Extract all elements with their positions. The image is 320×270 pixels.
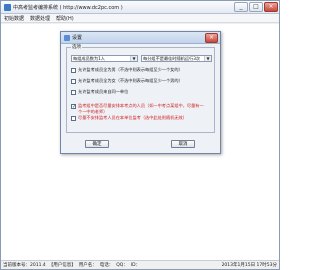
group-size-value: 每组成员数为1人 (73, 56, 105, 61)
chevron-down-icon: ▼ (130, 56, 137, 61)
menu-initial-data[interactable]: 初始数据 (4, 15, 24, 22)
status-id: ID： (130, 263, 141, 268)
cancel-button[interactable]: 取消 (171, 140, 195, 148)
option-local-staff-label: 监考组中是否尽量安排本考点的人员（如一中考点某组中，尽量有一个一中的老师） (78, 103, 204, 114)
settings-icon (64, 34, 70, 41)
option-avoid-own-unit-checkbox[interactable] (71, 115, 76, 121)
random-runs-value: 每分组不是最佳时随机运行3次 (143, 56, 201, 61)
option-all-male-label: 允许监考成员全为男（不选中则表示每组至少一个女的） (78, 67, 183, 72)
status-phone: 电话： (99, 263, 114, 268)
menu-help[interactable]: 帮助(H) (56, 15, 74, 22)
status-qq: QQ： (116, 263, 128, 268)
maximize-button[interactable]: □ (249, 2, 263, 12)
title-bar: 中高考监考编排系统 ( http://www.dc2pc.com ) _ □ × (1, 1, 279, 14)
status-user-info: 【用户信息】 (48, 263, 76, 268)
option-same-unit-label: 允许监考成员来自同一单位 (78, 89, 129, 94)
option-same-unit-checkbox[interactable] (71, 89, 76, 95)
option-avoid-own-unit[interactable]: 尽量不安排监考人员在本单位监考（选中此处则随机无效） (71, 115, 213, 121)
app-window: 中高考监考编排系统 ( http://www.dc2pc.com ) _ □ ×… (0, 0, 280, 270)
app-icon (4, 3, 11, 11)
dialog-title-bar: 设置 (61, 32, 220, 44)
ok-button[interactable]: 确定 (85, 140, 109, 148)
status-datetime: 2013年1月15日 17时53分 (221, 263, 277, 268)
option-all-male[interactable]: 允许监考成员全为男（不选中则表示每组至少一个女的） (71, 67, 213, 73)
options-group-label: 选项 (71, 44, 82, 50)
window-controls: _ □ × (234, 2, 278, 12)
option-all-female[interactable]: 允许监考成员全为女（不选中则表示每组至少一个男的） (71, 78, 213, 84)
status-username: 用户名： (78, 263, 97, 268)
settings-dialog: 设置 × 选项 每组成员数为1人 ▼ 每分组不是最佳时随机运行3次 ▼ 允许监考… (60, 31, 221, 154)
option-local-staff-checkbox[interactable]: ✓ (71, 103, 76, 109)
window-title: 中高考监考编排系统 ( http://www.dc2pc.com ) (13, 4, 123, 11)
menu-data-processing[interactable]: 数据处理 (30, 15, 50, 22)
status-version: 当前版本号：2011.4 (3, 263, 46, 268)
option-avoid-own-unit-label: 尽量不安排监考人员在本单位监考（选中此处则随机无效） (78, 115, 187, 120)
option-all-female-checkbox[interactable] (71, 78, 76, 84)
status-bar: 当前版本号：2011.4 【用户信息】 用户名： 电话： QQ： ID： 201… (1, 260, 279, 269)
random-runs-select[interactable]: 每分组不是最佳时随机运行3次 ▼ (141, 55, 212, 62)
option-all-female-label: 允许监考成员全为女（不选中则表示每组至少一个男的） (78, 78, 183, 83)
close-button[interactable]: × (264, 2, 278, 12)
option-local-staff[interactable]: ✓ 监考组中是否尽量安排本考点的人员（如一中考点某组中，尽量有一个一中的老师） (71, 103, 213, 114)
option-same-unit[interactable]: 允许监考成员来自同一单位 (71, 89, 213, 95)
group-size-select[interactable]: 每组成员数为1人 ▼ (71, 55, 138, 62)
minimize-button[interactable]: _ (234, 2, 248, 12)
options-group: 选项 每组成员数为1人 ▼ 每分组不是最佳时随机运行3次 ▼ 允许监考成员全为男… (66, 44, 215, 133)
chevron-down-icon: ▼ (204, 56, 211, 61)
dialog-title: 设置 (72, 35, 83, 41)
dialog-close-button[interactable]: × (205, 33, 218, 43)
menu-bar: 初始数据 数据处理 帮助(H) (1, 14, 279, 23)
option-all-male-checkbox[interactable] (71, 67, 76, 73)
